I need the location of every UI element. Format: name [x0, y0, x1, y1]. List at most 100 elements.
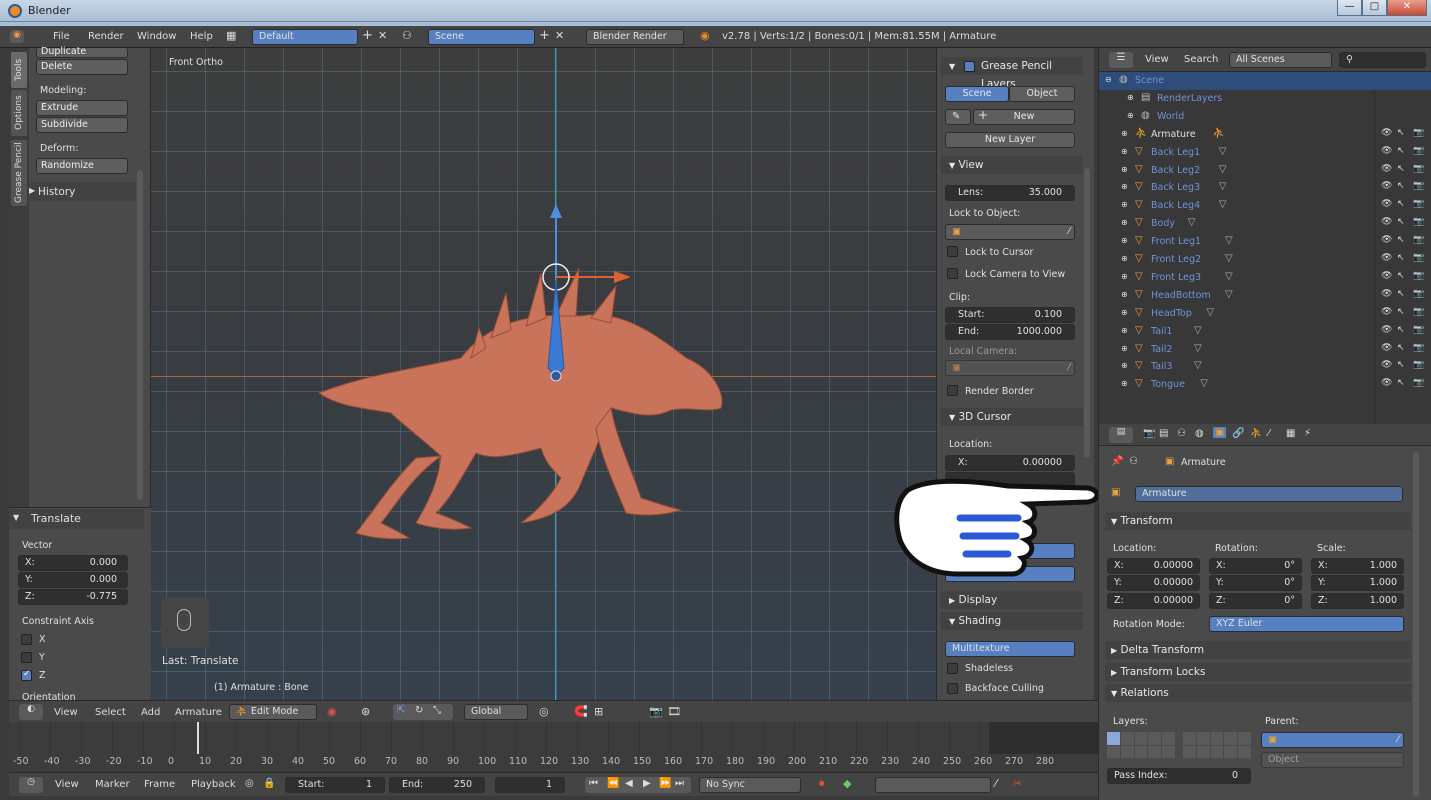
object-data-icon[interactable]: ▽	[1194, 325, 1202, 336]
bone-tab-icon[interactable]: ⁄	[1268, 428, 1270, 439]
layout-add-icon[interactable]: +	[362, 28, 373, 43]
cursor-select-icon[interactable]: ↖	[1397, 199, 1405, 209]
translate-manipulator-icon[interactable]: ⇱	[397, 705, 405, 716]
grease-pencil-enable-checkbox[interactable]	[964, 61, 975, 72]
scale-manipulator-icon[interactable]: ⤡	[433, 705, 441, 716]
delete-key-icon[interactable]: ✂	[1013, 777, 1022, 790]
expand-icon[interactable]: ⊕	[1121, 344, 1128, 353]
lens-field[interactable]: Lens: 35.000	[945, 185, 1075, 201]
layers-grid-2[interactable]	[1183, 732, 1251, 758]
expand-icon[interactable]: ⊕	[1121, 272, 1128, 281]
scale-x-field[interactable]: X: 1.000	[1311, 558, 1404, 574]
render-icon[interactable]: 📷	[1413, 360, 1424, 370]
location-z-field[interactable]: Z: 0.00000	[1107, 593, 1200, 609]
cursor-select-icon[interactable]: ↖	[1397, 378, 1405, 388]
creature-model[interactable]	[311, 198, 731, 543]
outliner-item-name[interactable]: Tail2	[1151, 344, 1172, 355]
render-icon[interactable]: 📷	[1413, 307, 1424, 317]
outliner-row[interactable]: ⊕ ▽ Back Leg2 ▽ 👁 ↖ 📷	[1099, 162, 1431, 180]
outliner-item-name[interactable]: Tail3	[1151, 361, 1172, 372]
outliner-row[interactable]: ⊕ ▽ Back Leg3 ▽ 👁 ↖ 📷	[1099, 179, 1431, 197]
outliner-item-name[interactable]: HeadTop	[1151, 308, 1192, 319]
data-tab-icon[interactable]: ⛹	[1250, 428, 1262, 439]
gizmo-x-arrow-icon[interactable]	[614, 271, 631, 283]
scene-field[interactable]: Scene	[428, 29, 535, 45]
cursor-x-field[interactable]: X: 0.00000	[945, 455, 1075, 471]
object-data-icon[interactable]: ▽	[1194, 343, 1202, 354]
outliner-item-name[interactable]: Front Leg3	[1151, 272, 1201, 283]
expand-icon[interactable]: ⊕	[1121, 290, 1128, 299]
lock-object-field[interactable]: ▣ ⁄	[945, 224, 1075, 240]
object-data-icon[interactable]: ▽	[1225, 235, 1233, 246]
outliner-row[interactable]: ⊕ ▽ Tail1 ▽ 👁 ↖ 📷	[1099, 323, 1431, 341]
expand-icon[interactable]: ⊕	[1121, 236, 1128, 245]
parent-field[interactable]: ▣ ⁄	[1261, 732, 1404, 748]
render-icon[interactable]: 📷	[1413, 271, 1424, 281]
relations-header[interactable]: ▼ Relations	[1105, 684, 1411, 702]
insert-key-icon[interactable]: ⁄	[995, 777, 997, 790]
outliner-row[interactable]: ⊕ ▽ Tail2 ▽ 👁 ↖ 📷	[1099, 341, 1431, 359]
eyedropper-icon[interactable]: ⁄	[1397, 733, 1399, 747]
tab-grease-pencil[interactable]: Grease Pencil	[11, 140, 27, 206]
delta-transform-header[interactable]: ▶ Delta Transform	[1105, 641, 1411, 659]
cursor-select-icon[interactable]: ↖	[1397, 343, 1405, 353]
timeline-editor-icon[interactable]: ◷	[19, 777, 43, 793]
cursor-select-icon[interactable]: ↖	[1397, 289, 1405, 299]
outliner-row[interactable]: ⊕ ▽ Back Leg1 ▽ 👁 ↖ 📷	[1099, 144, 1431, 162]
eye-icon[interactable]: 👁	[1381, 199, 1392, 209]
outliner-row[interactable]: ⊕ ⛹ Armature ⛹ 👁 ↖ 📷	[1099, 126, 1431, 144]
texture-tab-icon[interactable]: ▦	[1286, 428, 1295, 439]
layout-icon[interactable]: ▦	[226, 29, 250, 45]
current-frame-indicator[interactable]	[197, 722, 199, 754]
expand-icon[interactable]: ⊕	[1121, 308, 1128, 317]
outliner-row[interactable]: ⊕ ◍ World	[1099, 108, 1431, 126]
tab-tools[interactable]: Tools	[11, 52, 27, 88]
manipulator-toggles[interactable]: ⇱ ↻ ⤡	[393, 704, 453, 720]
eye-icon[interactable]: 👁	[1381, 307, 1392, 317]
cursor-select-icon[interactable]: ↖	[1397, 164, 1405, 174]
render-tab-icon[interactable]: 📷	[1143, 428, 1155, 439]
outliner-item-name[interactable]: Body	[1151, 218, 1175, 229]
outliner-item-name[interactable]: Back Leg1	[1151, 147, 1200, 158]
layers-grid-1[interactable]	[1107, 732, 1175, 758]
gp-scene-toggle[interactable]: Scene	[945, 86, 1009, 102]
pin-icon[interactable]: 📌	[1111, 456, 1123, 467]
outliner-search-input[interactable]: ⚲	[1339, 52, 1426, 68]
editor-type-icon[interactable]: ◉	[10, 30, 24, 43]
render-icon[interactable]: 📷	[1413, 199, 1424, 209]
expand-icon[interactable]: ⊕	[1121, 147, 1128, 156]
eye-icon[interactable]: 👁	[1381, 253, 1392, 263]
viewport-shading-icon[interactable]: ◉	[327, 705, 337, 718]
object-data-icon[interactable]: ▽	[1225, 271, 1233, 282]
object-data-icon[interactable]: ▽	[1200, 378, 1208, 389]
lock-camera-checkbox[interactable]	[947, 268, 958, 279]
prev-key-icon[interactable]: ⏪	[607, 778, 619, 789]
object-tab-icon[interactable]: ▣	[1213, 427, 1227, 438]
scale-y-field[interactable]: Y: 1.000	[1311, 575, 1404, 591]
3d-viewport[interactable]: Front Ortho Last: Translate (1) Armature…	[151, 48, 936, 700]
expand-icon[interactable]: ⊕	[1127, 93, 1134, 102]
eye-icon[interactable]: 👁	[1381, 343, 1392, 353]
cursor-select-icon[interactable]: ↖	[1397, 325, 1405, 335]
transform-panel-header[interactable]: ▼ Transform	[1105, 512, 1411, 530]
outliner-item-name[interactable]: Back Leg4	[1151, 200, 1200, 211]
lock-icon[interactable]: 🔒	[263, 778, 275, 789]
rotation-y-field[interactable]: Y: 0°	[1209, 575, 1302, 591]
close-button[interactable]: ✕	[1387, 0, 1427, 16]
outliner-row[interactable]: ⊕ ▽ Tongue ▽ 👁 ↖ 📷	[1099, 376, 1431, 394]
outliner-item-name[interactable]: Front Leg2	[1151, 254, 1201, 265]
tab-options[interactable]: Options	[11, 90, 27, 136]
rotation-mode-select[interactable]: XYZ Euler	[1209, 616, 1404, 632]
eye-icon[interactable]: 👁	[1381, 181, 1392, 191]
gp-object-toggle[interactable]: Object	[1009, 86, 1075, 102]
menu-help[interactable]: Help	[190, 31, 213, 42]
add-menu[interactable]: Add	[141, 707, 160, 718]
outliner-item-name[interactable]: RenderLayers	[1157, 93, 1222, 104]
location-y-field[interactable]: Y: 0.00000	[1107, 575, 1200, 591]
cursor-select-icon[interactable]: ↖	[1397, 146, 1405, 156]
jump-end-icon[interactable]: ⏭	[675, 778, 684, 789]
clip-start-field[interactable]: Start: 0.100	[945, 307, 1075, 323]
eye-icon[interactable]: 👁	[1381, 271, 1392, 281]
playback-controls[interactable]: ⏮ ⏪ ◀ ▶ ⏩ ⏭	[585, 777, 691, 793]
timeline-view-menu[interactable]: View	[55, 779, 79, 790]
